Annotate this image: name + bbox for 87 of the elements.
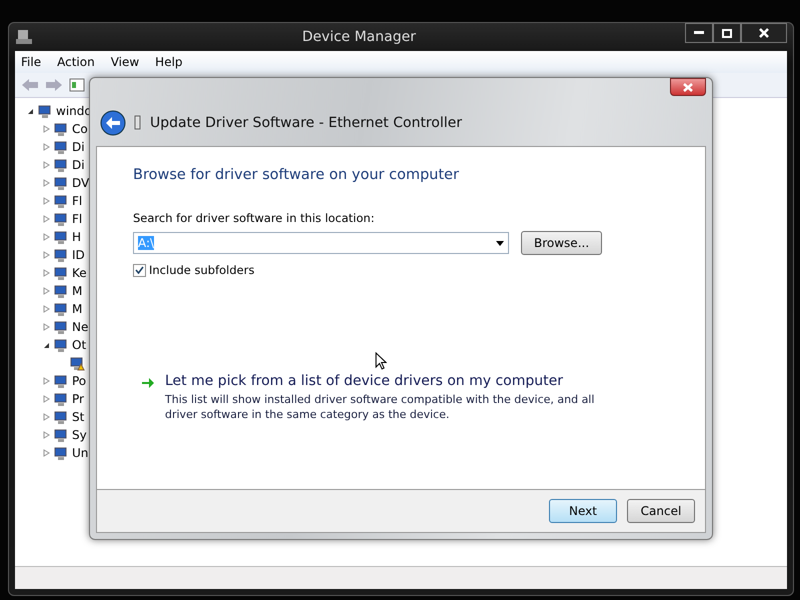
device-icon bbox=[53, 428, 69, 442]
device-icon bbox=[53, 302, 69, 316]
collapsed-icon[interactable] bbox=[43, 197, 50, 205]
tree-item[interactable]: DV bbox=[72, 176, 90, 190]
device-icon bbox=[37, 104, 53, 118]
tree-item[interactable]: St bbox=[72, 410, 84, 424]
next-button[interactable]: Next bbox=[549, 499, 617, 523]
collapsed-icon[interactable] bbox=[43, 251, 50, 259]
device-icon bbox=[53, 320, 69, 334]
close-button[interactable] bbox=[741, 23, 787, 43]
tree-item[interactable]: M bbox=[72, 302, 82, 316]
collapsed-icon[interactable] bbox=[43, 431, 50, 439]
window-title: Device Manager bbox=[301, 29, 417, 45]
tree-item[interactable]: Fl bbox=[72, 212, 82, 226]
checkbox[interactable] bbox=[133, 264, 146, 276]
collapsed-icon[interactable] bbox=[43, 395, 50, 403]
minimize-icon[interactable] bbox=[694, 31, 704, 35]
expanded-icon[interactable] bbox=[43, 341, 50, 349]
network-card-icon bbox=[134, 115, 142, 131]
dialog-title: Update Driver Software - Ethernet Controller bbox=[150, 115, 462, 131]
device-icon bbox=[53, 338, 69, 352]
device-icon bbox=[53, 446, 69, 460]
tree-item[interactable]: Po bbox=[72, 374, 86, 388]
cancel-button[interactable]: Cancel bbox=[627, 499, 695, 523]
tree-item[interactable]: Co bbox=[72, 122, 88, 136]
dropdown-icon[interactable] bbox=[496, 240, 504, 246]
collapsed-icon[interactable] bbox=[43, 413, 50, 421]
tree-item[interactable]: Un bbox=[72, 446, 88, 460]
close-button[interactable] bbox=[670, 78, 706, 96]
warning-device-icon bbox=[69, 356, 85, 370]
device-icon bbox=[53, 230, 69, 244]
menu-item[interactable]: Help bbox=[155, 55, 183, 69]
arrow-icon bbox=[141, 376, 155, 390]
back-icon[interactable] bbox=[21, 78, 39, 92]
menu-item[interactable]: File bbox=[21, 55, 42, 69]
collapsed-icon[interactable] bbox=[43, 233, 50, 241]
device-icon bbox=[53, 176, 69, 190]
cursor-icon bbox=[375, 352, 387, 370]
browse-button[interactable]: Browse... bbox=[521, 231, 602, 255]
device-icon bbox=[53, 266, 69, 280]
tree-item[interactable]: Ke bbox=[72, 266, 87, 280]
forward-icon[interactable] bbox=[45, 78, 63, 92]
device-icon bbox=[53, 158, 69, 172]
expanded-icon[interactable] bbox=[27, 107, 34, 115]
properties-icon[interactable] bbox=[69, 78, 85, 92]
minimize-button[interactable] bbox=[685, 23, 713, 43]
collapsed-icon[interactable] bbox=[43, 215, 50, 223]
option-link[interactable]: Let me pick from a list of device drivers on my computer bbox=[165, 373, 615, 389]
collapsed-icon[interactable] bbox=[43, 449, 50, 457]
tree-item[interactable]: Ot bbox=[72, 338, 86, 352]
device-icon bbox=[53, 410, 69, 424]
device-icon bbox=[53, 122, 69, 136]
tree-item[interactable]: M bbox=[72, 284, 82, 298]
collapsed-icon[interactable] bbox=[43, 305, 50, 313]
collapsed-icon[interactable] bbox=[43, 323, 50, 331]
computer-icon bbox=[15, 29, 33, 45]
device-icon bbox=[53, 392, 69, 406]
field-label: Search for driver software in this location: bbox=[133, 211, 376, 225]
collapsed-icon[interactable] bbox=[43, 161, 50, 169]
tree-item[interactable]: Di bbox=[72, 140, 85, 154]
device-icon bbox=[53, 248, 69, 262]
checkbox-label[interactable]: Include subfolders bbox=[149, 263, 254, 277]
collapsed-icon[interactable] bbox=[43, 143, 50, 151]
device-icon bbox=[53, 194, 69, 208]
tree-item[interactable]: H bbox=[72, 230, 82, 244]
device-icon bbox=[53, 374, 69, 388]
tree-item[interactable]: Fl bbox=[72, 194, 82, 208]
collapsed-icon[interactable] bbox=[43, 179, 50, 187]
collapsed-icon[interactable] bbox=[43, 287, 50, 295]
page-heading: Browse for driver software on your computer bbox=[133, 167, 460, 183]
maximize-icon[interactable] bbox=[722, 28, 732, 38]
device-icon bbox=[53, 140, 69, 154]
tree-item[interactable]: Pr bbox=[72, 392, 84, 406]
close-icon[interactable] bbox=[759, 28, 769, 38]
menu-item[interactable]: Action bbox=[57, 55, 95, 69]
tree-item[interactable]: Di bbox=[72, 158, 85, 172]
menu-item[interactable]: View bbox=[110, 55, 140, 69]
collapsed-icon[interactable] bbox=[43, 125, 50, 133]
option-description: This list will show installed driver software compatible with the device, and all driver software in the same category as the device. bbox=[165, 392, 596, 423]
device-icon bbox=[53, 212, 69, 226]
collapsed-icon[interactable] bbox=[43, 377, 50, 385]
tree-item[interactable]: Ne bbox=[72, 320, 88, 334]
tree-item[interactable]: ID bbox=[72, 248, 85, 262]
collapsed-icon[interactable] bbox=[43, 269, 50, 277]
tree-item[interactable]: Sy bbox=[72, 428, 87, 442]
maximize-button[interactable] bbox=[713, 23, 741, 43]
device-icon bbox=[53, 284, 69, 298]
